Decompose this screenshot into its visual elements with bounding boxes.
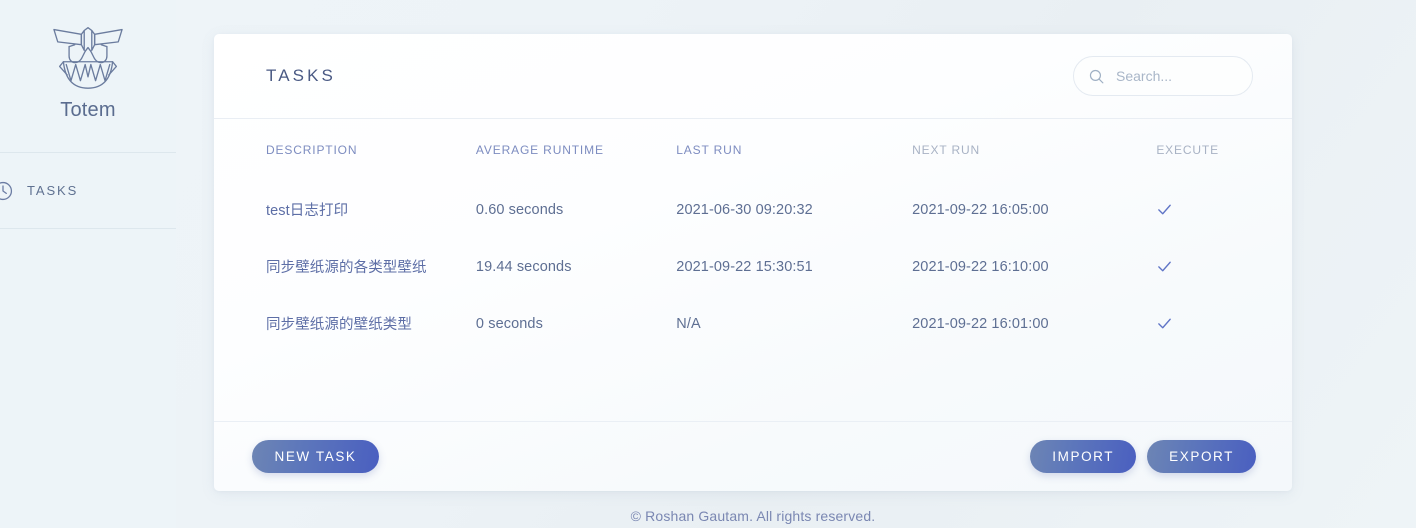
- cell-last-run: N/A: [676, 315, 701, 332]
- cell-description: 同步壁纸源的各类型壁纸: [214, 238, 476, 295]
- new-task-button[interactable]: NEW TASK: [252, 440, 379, 473]
- task-description-link[interactable]: test日志打印: [266, 203, 348, 219]
- cell-execute: [1156, 181, 1292, 238]
- search-box[interactable]: [1073, 56, 1253, 96]
- table-row: 同步壁纸源的壁纸类型 0 seconds N/A 2021-09-22 16:0…: [214, 295, 1292, 352]
- import-button[interactable]: IMPORT: [1030, 440, 1137, 473]
- brand: Totem: [0, 0, 176, 152]
- check-icon[interactable]: [1156, 315, 1292, 332]
- export-button[interactable]: EXPORT: [1147, 440, 1256, 473]
- search-icon: [1088, 68, 1105, 85]
- task-description-link[interactable]: 同步壁纸源的壁纸类型: [266, 317, 412, 333]
- search-input[interactable]: [1116, 68, 1236, 84]
- check-icon[interactable]: [1156, 258, 1292, 275]
- sidebar-item-tasks[interactable]: TASKS: [0, 153, 176, 228]
- cell-average-runtime: 19.44 seconds: [475, 258, 572, 275]
- sidebar: Totem TASKS: [0, 0, 176, 528]
- brand-name: Totem: [60, 99, 116, 121]
- task-description-link[interactable]: 同步壁纸源的各类型壁纸: [266, 260, 427, 276]
- cell-next-run: 2021-09-22 16:01:00: [912, 315, 1049, 332]
- cell-execute: [1156, 238, 1292, 295]
- cell-average-runtime: 0.60 seconds: [475, 201, 564, 218]
- column-header-average-runtime: AVERAGE RUNTIME: [475, 143, 604, 157]
- sidebar-divider-bottom: [0, 228, 176, 229]
- card-footer: NEW TASK IMPORT EXPORT: [214, 421, 1292, 491]
- table-header-row: DESCRIPTION AVERAGE RUNTIME LAST RUN NEX…: [214, 119, 1292, 181]
- tasks-card: TASKS DESCRIPTION AVERAGE RUNTIME: [214, 34, 1292, 491]
- cell-description: 同步壁纸源的壁纸类型: [214, 295, 476, 352]
- clock-icon: [0, 180, 14, 202]
- totem-mask-icon: [50, 22, 126, 92]
- card-header: TASKS: [214, 34, 1292, 119]
- page-title: TASKS: [266, 66, 336, 85]
- cell-next-run: 2021-09-22 16:10:00: [912, 258, 1049, 275]
- app-root: Totem TASKS TASKS Search... DESCRIPTION …: [0, 0, 1416, 528]
- cell-execute: [1156, 295, 1292, 352]
- check-icon[interactable]: [1156, 201, 1292, 218]
- cell-last-run: 2021-09-22 15:30:51: [676, 258, 813, 275]
- cell-last-run: 2021-06-30 09:20:32: [676, 201, 813, 218]
- column-header-next-run: NEXT RUN: [912, 143, 981, 157]
- table-body: test日志打印 0.60 seconds 2021-06-30 09:20:3…: [214, 181, 1292, 352]
- cell-average-runtime: 0 seconds: [475, 315, 543, 332]
- column-header-description: DESCRIPTION: [266, 143, 358, 157]
- cell-next-run: 2021-09-22 16:05:00: [912, 201, 1049, 218]
- column-header-execute: EXECUTE: [1156, 143, 1219, 157]
- tasks-table-container: DESCRIPTION AVERAGE RUNTIME LAST RUN NEX…: [214, 119, 1292, 420]
- sidebar-item-label: TASKS: [27, 183, 79, 198]
- footer-actions: IMPORT EXPORT: [1030, 440, 1256, 473]
- table-row: 同步壁纸源的各类型壁纸 19.44 seconds 2021-09-22 15:…: [214, 238, 1292, 295]
- table-head: DESCRIPTION AVERAGE RUNTIME LAST RUN NEX…: [214, 119, 1292, 181]
- table-row: test日志打印 0.60 seconds 2021-06-30 09:20:3…: [214, 181, 1292, 238]
- column-header-last-run: LAST RUN: [676, 143, 743, 157]
- tasks-table: DESCRIPTION AVERAGE RUNTIME LAST RUN NEX…: [214, 119, 1292, 352]
- copyright-footer: © Roshan Gautam. All rights reserved.: [630, 508, 876, 524]
- cell-description: test日志打印: [214, 181, 476, 238]
